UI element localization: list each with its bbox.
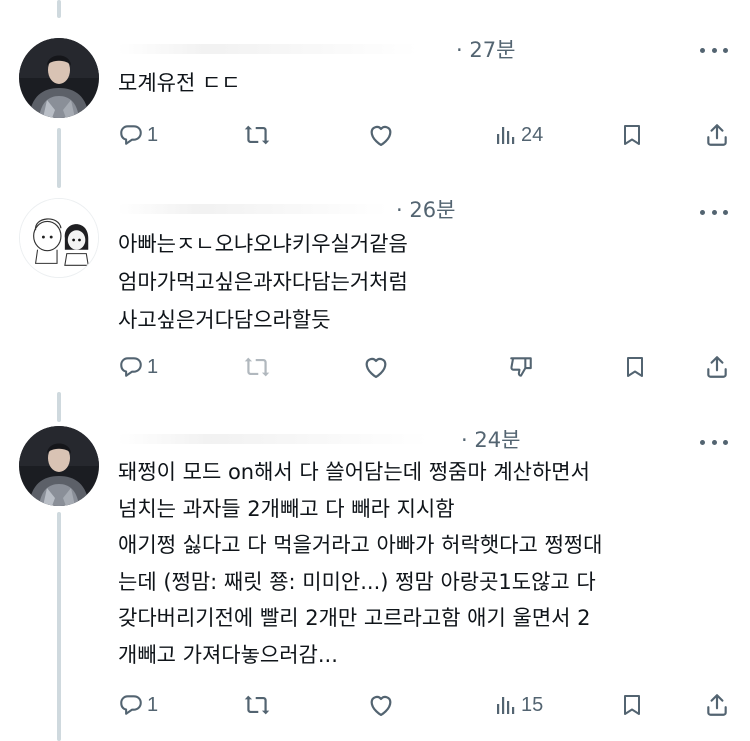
like-button[interactable] xyxy=(367,120,395,150)
share-button[interactable] xyxy=(704,120,730,150)
views-button[interactable]: 15 xyxy=(494,690,543,720)
more-icon[interactable] xyxy=(700,208,728,216)
avatar[interactable] xyxy=(19,38,99,118)
tweet-header: · 26분 xyxy=(118,194,750,224)
bookmark-icon xyxy=(624,125,640,145)
reply-icon xyxy=(120,357,142,377)
tweet-header: · 27분 xyxy=(118,34,750,64)
retweet-button[interactable] xyxy=(243,352,271,382)
more-icon[interactable] xyxy=(700,438,728,446)
text-line: 갖다버리기전에 빨리 2개만 고르라고함 애기 울면서 2 xyxy=(118,606,591,630)
text-line: 넘치는 과자들 2개빼고 다 빼라 지시함 xyxy=(118,496,455,521)
bookmark-button[interactable] xyxy=(620,690,644,720)
text-line: 는데 (쩡맘: 째릿 쭁: 미미안...) 쩡맘 아랑곳1도않고 다 xyxy=(118,569,596,594)
tweet-text: 아빠는ㅈㄴ오냐오냐키우실거같음 엄마가먹고싶은과자다담는거처럼 사고싶은거다담으… xyxy=(118,225,730,339)
like-button[interactable] xyxy=(362,352,390,382)
text-line: 아빠는ㅈㄴ오냐오냐키우실거같음 xyxy=(118,232,408,256)
share-button[interactable] xyxy=(704,352,730,382)
reply-icon xyxy=(120,125,142,145)
author-name-blurred[interactable] xyxy=(118,44,418,54)
reply-button[interactable]: 1 xyxy=(118,352,158,382)
text-line: 모계유전 ㄷㄷ xyxy=(118,71,241,95)
thread-line-low xyxy=(57,392,61,422)
tweet-text: 모계유전 ㄷㄷ xyxy=(118,67,730,99)
like-icon xyxy=(370,695,392,717)
retweet-icon xyxy=(244,357,270,377)
text-line: 애기쩡 싫다고 다 먹을거라고 아빠가 허락햇다고 쩡쩡대 xyxy=(118,533,603,557)
view-count: 24 xyxy=(521,123,544,146)
author-name-blurred[interactable] xyxy=(118,434,428,444)
timestamp[interactable]: · 27분 xyxy=(456,34,515,64)
view-count: 15 xyxy=(521,693,544,716)
thread-line-top xyxy=(57,0,61,18)
views-button[interactable]: 24 xyxy=(494,120,543,150)
like-button[interactable] xyxy=(367,690,395,720)
share-icon xyxy=(707,356,727,378)
action-bar: 1 15 xyxy=(0,690,750,720)
views-icon xyxy=(497,127,515,144)
author-name-blurred[interactable] xyxy=(118,204,388,214)
share-button[interactable] xyxy=(704,690,730,720)
like-icon xyxy=(370,125,392,147)
reply-count: 1 xyxy=(147,355,159,378)
bookmark-icon xyxy=(627,357,643,377)
tweet-text: 돼쩡이 모드 on해서 다 쓸어담는데 쩡줌마 계산하면서 넘치는 과자들 2개… xyxy=(118,454,730,673)
action-bar: 1 24 xyxy=(0,120,750,150)
action-bar: 1 xyxy=(0,352,750,382)
views-icon xyxy=(497,697,515,714)
text-line: 개빼고 가져다놓으러감... xyxy=(118,642,338,667)
avatar[interactable] xyxy=(19,198,99,278)
reply-icon xyxy=(120,695,142,715)
like-icon xyxy=(365,357,387,379)
downvote-button[interactable] xyxy=(508,352,534,382)
bookmark-icon xyxy=(624,695,640,715)
text-line: 돼쩡이 모드 on해서 다 쓸어담는데 쩡줌마 계산하면서 xyxy=(118,460,590,484)
text-line: 엄마가먹고싶은과자다담는거처럼 xyxy=(118,270,408,294)
bookmark-button[interactable] xyxy=(623,352,647,382)
retweet-icon xyxy=(244,695,270,715)
share-icon xyxy=(707,124,727,146)
reply-count: 1 xyxy=(147,123,159,146)
tweet-header: · 24분 xyxy=(118,424,750,454)
retweet-button[interactable] xyxy=(243,690,271,720)
text-line: 사고싶은거다담으라할듯 xyxy=(118,308,331,332)
reply-button[interactable]: 1 xyxy=(118,120,158,150)
timestamp[interactable]: · 24분 xyxy=(461,424,520,454)
more-icon[interactable] xyxy=(700,46,728,54)
reply-count: 1 xyxy=(147,693,159,716)
downvote-icon xyxy=(510,357,532,377)
timestamp[interactable]: · 26분 xyxy=(396,194,455,224)
bookmark-button[interactable] xyxy=(620,120,644,150)
share-icon xyxy=(707,694,727,716)
reply-button[interactable]: 1 xyxy=(118,690,158,720)
retweet-icon xyxy=(244,125,270,145)
retweet-button[interactable] xyxy=(243,120,271,150)
avatar[interactable] xyxy=(19,426,99,506)
